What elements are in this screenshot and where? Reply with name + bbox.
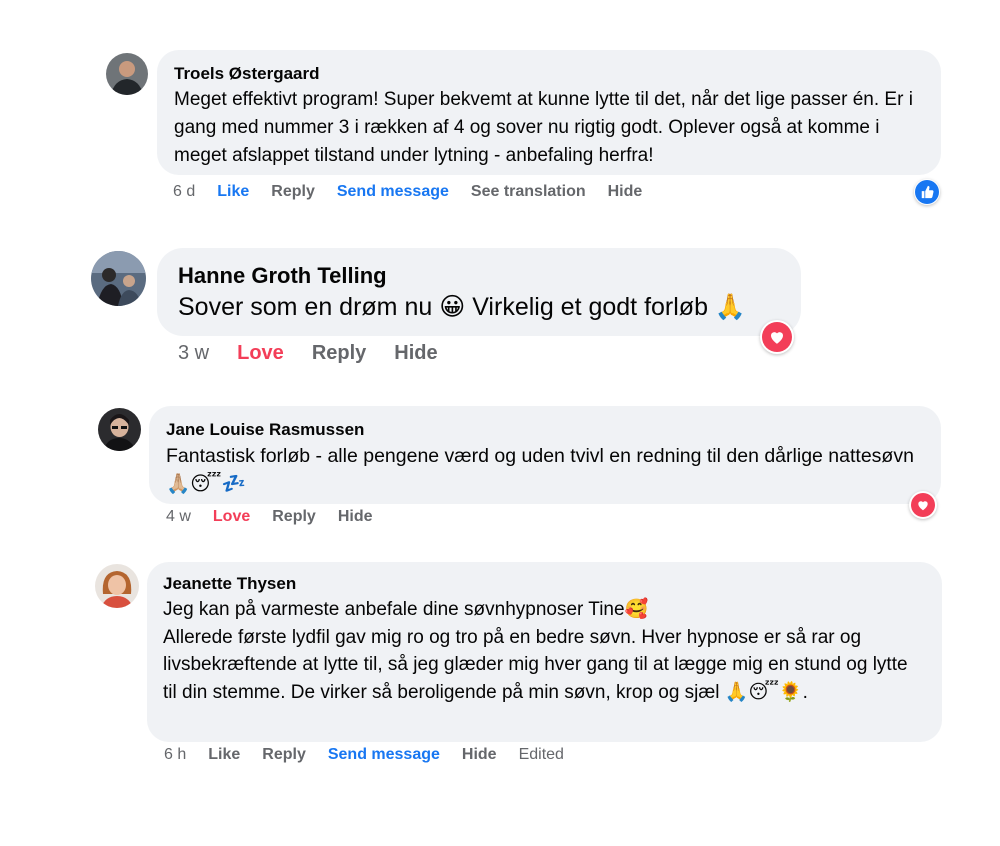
comment-text: Fantastisk forløb - alle pengene værd og…: [166, 445, 914, 495]
comment-timestamp[interactable]: 4 w: [166, 508, 191, 526]
love-reaction-icon[interactable]: [760, 320, 794, 354]
comment-text: Meget effektivt program! Super bekvemt a…: [174, 89, 919, 166]
avatar[interactable]: [91, 251, 146, 306]
reply-button[interactable]: Reply: [312, 342, 366, 365]
love-button[interactable]: Love: [213, 508, 250, 526]
comment-timestamp[interactable]: 6 d: [173, 183, 195, 201]
edited-label: Edited: [518, 746, 564, 763]
comment-text: Sover som en drøm nu 😀 Virkelig et godt …: [178, 293, 747, 321]
avatar[interactable]: [95, 564, 139, 608]
reply-button[interactable]: Reply: [271, 183, 315, 201]
love-button[interactable]: Love: [237, 342, 284, 365]
hide-button[interactable]: Hide: [462, 746, 497, 764]
hide-button[interactable]: Hide: [608, 183, 643, 201]
see-translation-button[interactable]: See translation: [471, 183, 586, 201]
like-button[interactable]: Like: [208, 746, 240, 764]
comment-author[interactable]: Hanne Groth Telling: [178, 262, 783, 290]
comment-text: Jeg kan på varmeste anbefale dine søvnhy…: [163, 599, 908, 703]
send-message-button[interactable]: Send message: [328, 746, 440, 764]
hide-button[interactable]: Hide: [338, 508, 373, 526]
love-reaction-icon[interactable]: [909, 491, 937, 519]
comment-author[interactable]: Jeanette Thysen: [163, 573, 926, 595]
comment-timestamp[interactable]: 6 h: [164, 746, 186, 764]
send-message-button[interactable]: Send message: [337, 183, 449, 201]
like-button[interactable]: Like: [217, 183, 249, 201]
avatar[interactable]: [106, 53, 148, 95]
comment-author[interactable]: Jane Louise Rasmussen: [166, 419, 925, 441]
hide-button[interactable]: Hide: [394, 342, 437, 365]
comment-timestamp[interactable]: 3 w: [178, 342, 209, 365]
avatar[interactable]: [98, 408, 141, 451]
like-reaction-icon[interactable]: [914, 179, 940, 205]
reply-button[interactable]: Reply: [272, 508, 316, 526]
comment-author[interactable]: Troels Østergaard: [174, 63, 925, 85]
reply-button[interactable]: Reply: [262, 746, 306, 764]
